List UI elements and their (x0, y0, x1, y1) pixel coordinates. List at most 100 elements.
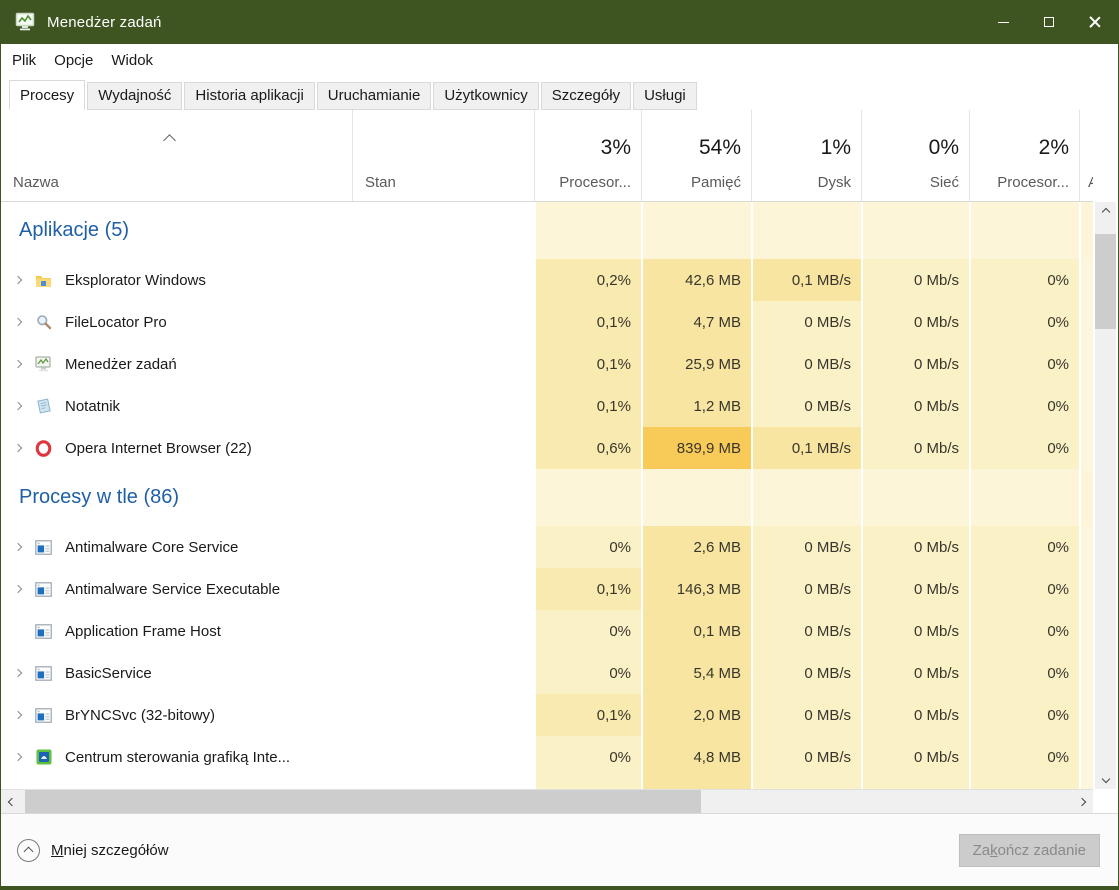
maximize-button[interactable] (1026, 0, 1072, 44)
window-icon (35, 707, 52, 724)
group-name-cell: Aplikacje (5) (1, 202, 352, 259)
column-label-gpu: Procesor... (997, 174, 1069, 191)
process-name-cell: Eksplorator Windows (1, 259, 352, 301)
expand-chevron-icon[interactable] (15, 670, 35, 676)
process-row[interactable]: Antimalware Service Executable0,1%146,3 … (1, 568, 1093, 610)
folder-icon (35, 272, 52, 289)
group-row-procesy-w-tle[interactable]: Procesy w tle (86) (1, 469, 1093, 526)
expand-chevron-icon[interactable] (15, 712, 35, 718)
cell-net: 0 Mb/s (861, 259, 969, 301)
expand-chevron-icon[interactable] (15, 319, 35, 325)
tab-szczegoly[interactable]: Szczegóły (541, 82, 631, 110)
stan-cell (352, 694, 534, 736)
expand-chevron-icon[interactable] (15, 445, 35, 451)
close-button[interactable] (1072, 0, 1118, 44)
cell-cpu: 0% (534, 652, 641, 694)
group-name-cell: Procesy w tle (86) (1, 469, 352, 526)
process-row[interactable] (1, 778, 1093, 789)
end-task-button[interactable]: Zakończ zadanie (959, 834, 1100, 867)
cell-mem: 2,6 MB (641, 526, 751, 568)
cell-apa (1079, 526, 1093, 568)
minimize-button[interactable] (980, 0, 1026, 44)
tab-uslugi[interactable]: Usługi (633, 82, 697, 110)
column-header-net[interactable]: 0%Sieć (861, 110, 969, 201)
cell-apa (1079, 568, 1093, 610)
menu-bar: PlikOpcjeWidok (1, 44, 1118, 77)
maximize-icon (1044, 17, 1054, 27)
column-header-name[interactable]: Nazwa (1, 110, 352, 201)
expand-chevron-icon[interactable] (15, 361, 35, 367)
process-row[interactable]: Application Frame Host0%0,1 MB0 MB/s0 Mb… (1, 610, 1093, 652)
column-header-apa[interactable]: Apa (1079, 110, 1093, 201)
vertical-scrollbar-thumb[interactable] (1095, 234, 1116, 329)
cell-gpu: 0% (969, 526, 1079, 568)
process-name: Eksplorator Windows (65, 272, 206, 289)
process-row[interactable]: FileLocator Pro0,1%4,7 MB0 MB/s0 Mb/s0% (1, 301, 1093, 343)
column-label-name: Nazwa (13, 174, 59, 191)
process-row[interactable]: Antimalware Core Service0%2,6 MB0 MB/s0 … (1, 526, 1093, 568)
expand-chevron-icon[interactable] (15, 754, 35, 760)
cell-apa (1079, 385, 1093, 427)
expand-chevron-icon[interactable] (15, 277, 35, 283)
cell-apa (1079, 259, 1093, 301)
column-label-disk: Dysk (818, 174, 851, 191)
process-name: Menedżer zadań (65, 356, 177, 373)
process-row[interactable]: Centrum sterowania grafiką Inte...0%4,8 … (1, 736, 1093, 778)
cell-mem: 42,6 MB (641, 259, 751, 301)
column-header-gpu[interactable]: 2%Procesor... (969, 110, 1079, 201)
tab-wydajnosc[interactable]: Wydajność (87, 82, 182, 110)
menu-item-plik[interactable]: Plik (3, 46, 45, 75)
horizontal-scrollbar-thumb[interactable] (25, 790, 701, 813)
cell-gpu: 0% (969, 568, 1079, 610)
cell-gpu: 0% (969, 610, 1079, 652)
menu-item-opcje[interactable]: Opcje (45, 46, 102, 75)
cell-gpu: 0% (969, 694, 1079, 736)
cell-disk: 0 MB/s (751, 385, 861, 427)
cell-gpu: 0% (969, 385, 1079, 427)
scroll-right-arrow-icon[interactable] (1071, 790, 1093, 813)
expand-chevron-icon[interactable] (15, 403, 35, 409)
process-name-cell: Notatnik (1, 385, 352, 427)
fewer-details-toggle[interactable]: Mniej szczegółów (17, 839, 169, 862)
cell-mem: 2,0 MB (641, 694, 751, 736)
process-row[interactable]: Notatnik0,1%1,2 MB0 MB/s0 Mb/s0% (1, 385, 1093, 427)
cell-disk (751, 778, 861, 789)
menu-item-widok[interactable]: Widok (102, 46, 162, 75)
process-row[interactable]: BasicService0%5,4 MB0 MB/s0 Mb/s0% (1, 652, 1093, 694)
scroll-up-arrow-icon[interactable] (1095, 202, 1116, 222)
cell-gpu (969, 469, 1079, 526)
cell-disk (751, 469, 861, 526)
process-name: Notatnik (65, 398, 120, 415)
column-header-disk[interactable]: 1%Dysk (751, 110, 861, 201)
process-name-cell: BrYNCSvc (32-bitowy) (1, 694, 352, 736)
column-header-mem[interactable]: 54%Pamięć (641, 110, 751, 201)
cell-disk: 0 MB/s (751, 736, 861, 778)
stan-cell (352, 778, 534, 789)
process-name-cell: Application Frame Host (1, 610, 352, 652)
horizontal-scrollbar[interactable] (1, 789, 1093, 813)
cell-cpu: 0% (534, 526, 641, 568)
column-label-net: Sieć (930, 174, 959, 191)
sort-ascending-icon (165, 132, 174, 150)
cell-disk: 0 MB/s (751, 610, 861, 652)
process-row[interactable]: BrYNCSvc (32-bitowy)0,1%2,0 MB0 MB/s0 Mb… (1, 694, 1093, 736)
vertical-scrollbar[interactable] (1095, 202, 1116, 789)
process-row[interactable]: Opera Internet Browser (22)0,6%839,9 MB0… (1, 427, 1093, 469)
process-row[interactable]: Eksplorator Windows0,2%42,6 MB0,1 MB/s0 … (1, 259, 1093, 301)
expand-chevron-icon[interactable] (15, 544, 35, 550)
group-row-aplikacje[interactable]: Aplikacje (5) (1, 202, 1093, 259)
cell-mem: 839,9 MB (641, 427, 751, 469)
process-name-cell: Opera Internet Browser (22) (1, 427, 352, 469)
expand-chevron-icon[interactable] (15, 586, 35, 592)
tab-uzytkownicy[interactable]: Użytkownicy (433, 82, 538, 110)
cell-apa (1079, 202, 1093, 259)
column-header-cpu[interactable]: 3%Procesor... (534, 110, 641, 201)
scroll-down-arrow-icon[interactable] (1095, 769, 1116, 789)
tab-historia-aplikacji[interactable]: Historia aplikacji (184, 82, 314, 110)
tab-procesy[interactable]: Procesy (9, 80, 85, 110)
scroll-left-arrow-icon[interactable] (1, 790, 23, 813)
process-row[interactable]: Menedżer zadań0,1%25,9 MB0 MB/s0 Mb/s0% (1, 343, 1093, 385)
tab-uruchamianie[interactable]: Uruchamianie (317, 82, 432, 110)
window-icon (35, 539, 52, 556)
column-header-stan[interactable]: Stan (352, 110, 534, 201)
